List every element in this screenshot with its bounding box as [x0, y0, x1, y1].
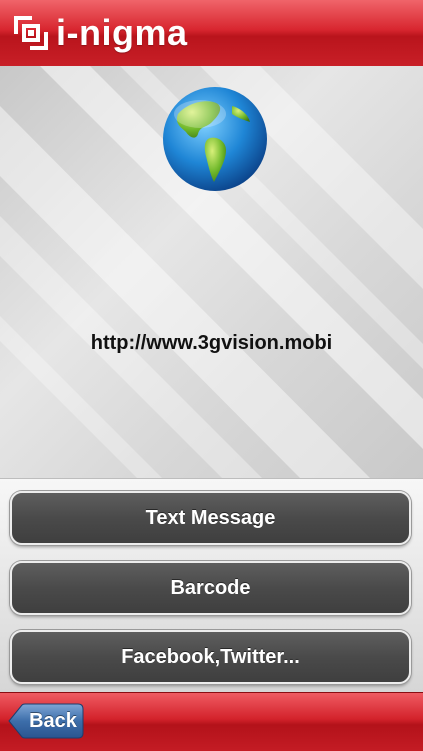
bottom-toolbar: Back [0, 692, 423, 751]
barcode-button[interactable]: Barcode [10, 561, 411, 615]
back-button[interactable]: Back [8, 703, 84, 739]
action-panel: Text Message Barcode Facebook,Twitter... [0, 478, 423, 693]
globe-icon [163, 87, 267, 191]
back-label: Back [29, 709, 77, 732]
social-share-button[interactable]: Facebook,Twitter... [10, 630, 411, 684]
result-content: http://www.3gvision.mobi [0, 66, 423, 478]
app-name: i-nigma [56, 12, 188, 53]
app-logo: i-nigma [12, 14, 188, 52]
app-header: i-nigma [0, 0, 423, 66]
decoded-url[interactable]: http://www.3gvision.mobi [0, 332, 423, 355]
text-message-button[interactable]: Text Message [10, 491, 411, 545]
inigma-logo-icon [14, 16, 48, 50]
